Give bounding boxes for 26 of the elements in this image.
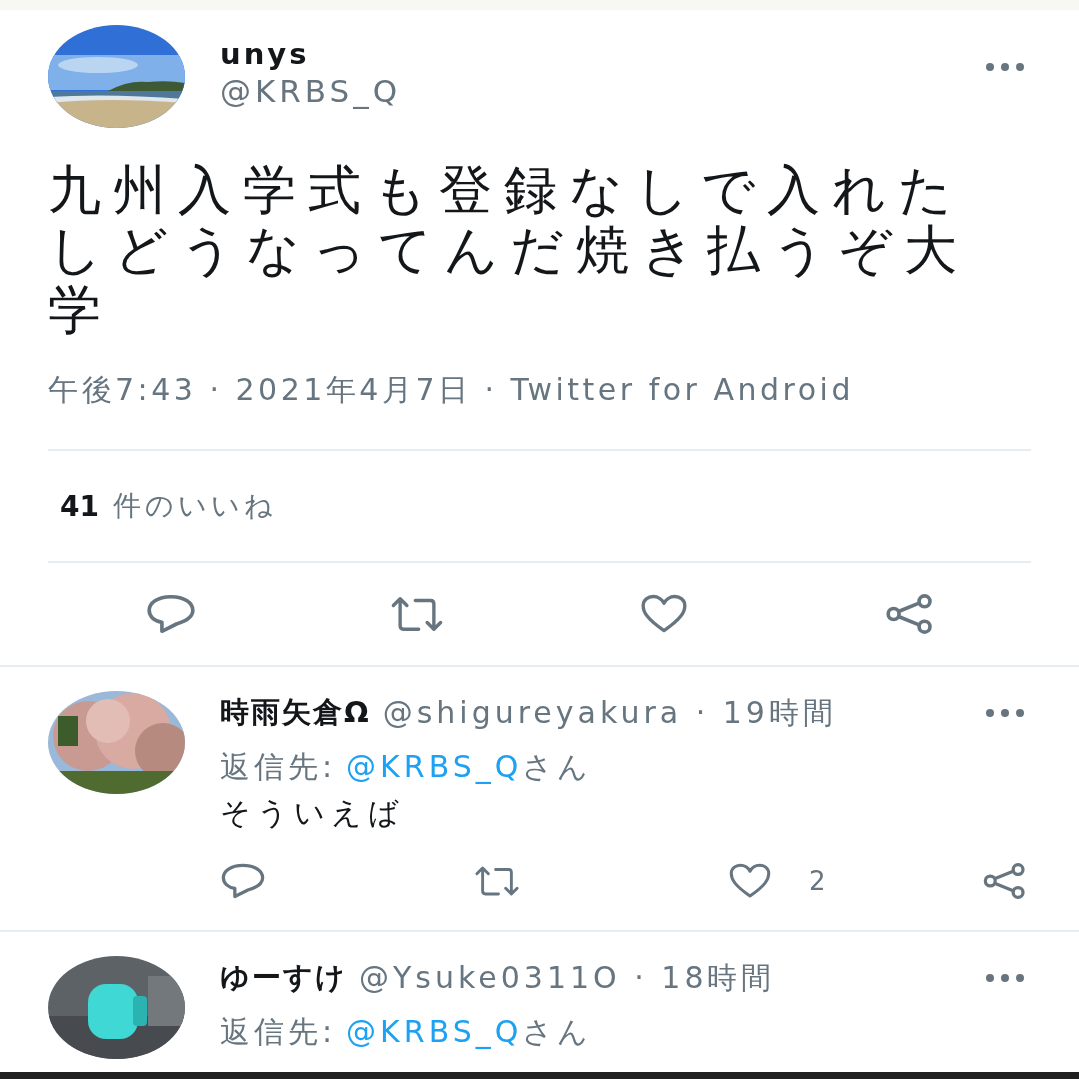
reply-to-suffix: さん <box>522 749 593 784</box>
reply-icon[interactable] <box>144 594 198 634</box>
reply-to-suffix: さん <box>522 1014 593 1049</box>
reply-text: そういえば <box>220 794 406 832</box>
reply-icon[interactable] <box>220 863 266 899</box>
more-icon[interactable] <box>985 708 1025 718</box>
tweet-meta: 午後7:43 · 2021年4月7日 · Twitter for Android <box>48 370 1031 451</box>
user-name[interactable]: ゆーすけ <box>220 958 347 998</box>
reply-to-label: 返信先: <box>220 749 337 784</box>
like-count[interactable]: 41 <box>60 489 99 523</box>
user-name[interactable]: unys <box>220 37 402 71</box>
likes-label[interactable]: 件のいいね <box>112 487 277 525</box>
reply-to-handle[interactable]: @KRBS_Q <box>346 749 523 784</box>
share-icon[interactable] <box>982 863 1028 899</box>
user-handle[interactable]: @shigureyakura · 19時間 <box>382 692 837 734</box>
retweet-icon[interactable] <box>390 594 445 634</box>
more-icon[interactable] <box>985 62 1025 72</box>
like-count: 2 <box>809 866 826 896</box>
user-handle[interactable]: @KRBS_Q <box>220 71 402 111</box>
user-handle[interactable]: @Ysuke0311O · 18時間 <box>359 957 776 999</box>
more-icon[interactable] <box>985 973 1025 983</box>
like-icon[interactable] <box>727 863 773 899</box>
tweet-text: 九州入学式も登録なしで入れたしどうなってんだ焼き払うぞ大学 <box>48 160 970 340</box>
reply-to-label: 返信先: <box>220 1014 337 1049</box>
reply-to-handle[interactable]: @KRBS_Q <box>346 1014 523 1049</box>
user-name[interactable]: 時雨矢倉Ω <box>220 693 371 733</box>
